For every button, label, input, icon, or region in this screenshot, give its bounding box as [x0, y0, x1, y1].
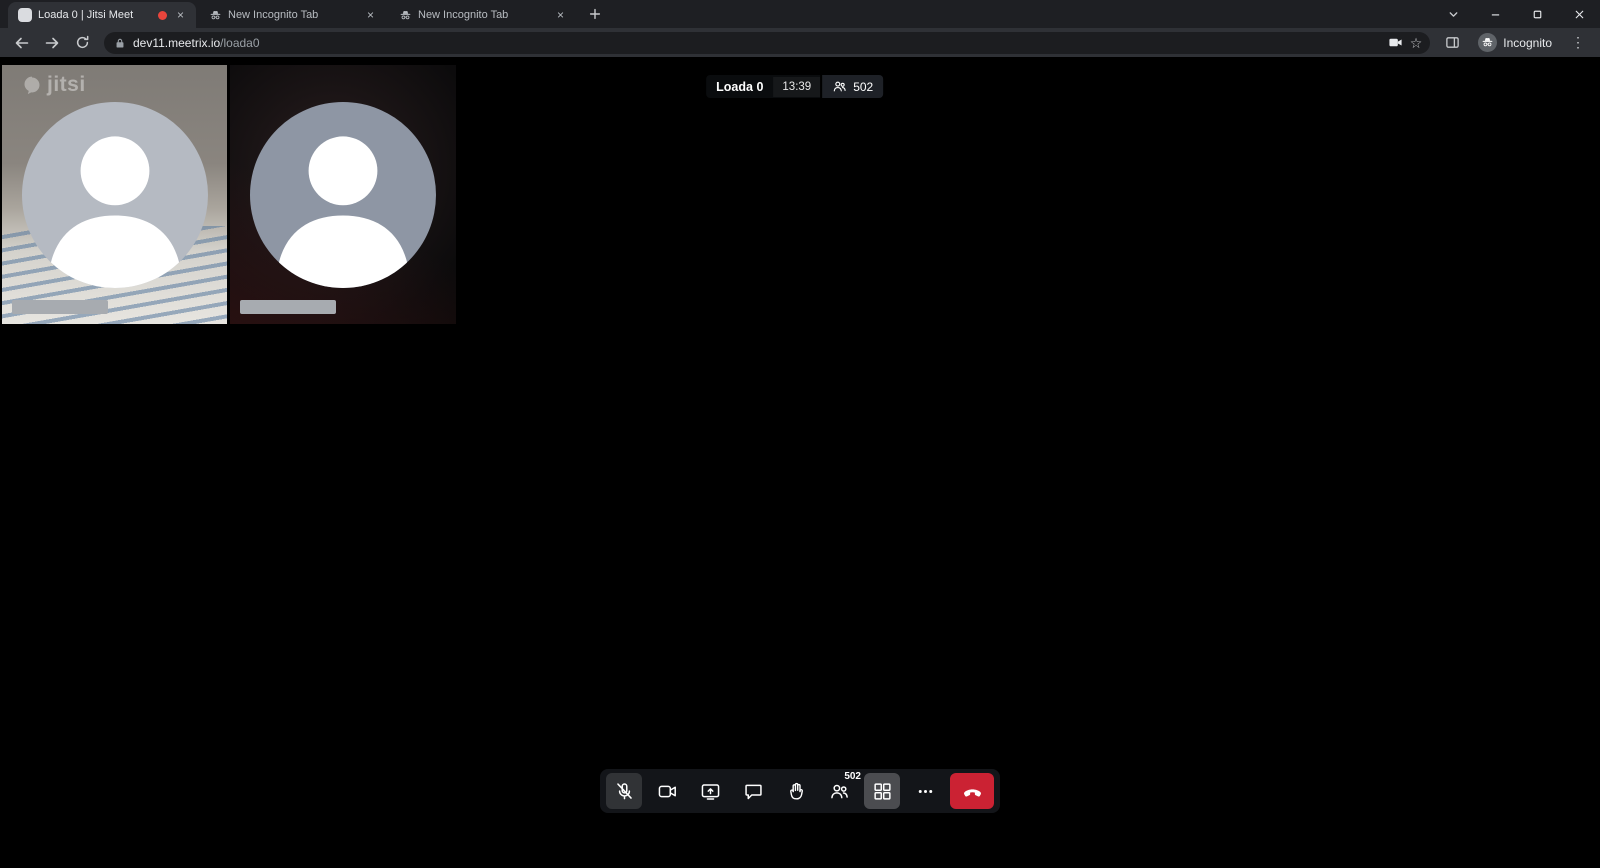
tile-view-button[interactable] [864, 773, 900, 809]
bookmark-star-icon[interactable]: ☆ [1410, 36, 1423, 50]
participants-button[interactable]: 502 [821, 773, 857, 809]
chat-icon [743, 781, 764, 802]
jitsi-watermark: jitsi [22, 73, 86, 97]
tile-view-icon [872, 781, 893, 802]
participant-tile[interactable] [230, 65, 455, 324]
screen-share-button[interactable] [692, 773, 728, 809]
window-minimize-button[interactable] [1474, 0, 1516, 28]
url-text: dev11.meetrix.io/loada0 [133, 36, 260, 50]
browser-navbar: dev11.meetrix.io/loada0 ☆ Incognito ⋮ [0, 28, 1600, 57]
participant-name-label [12, 300, 108, 314]
lock-icon [114, 37, 126, 49]
participants-icon [832, 79, 847, 94]
url-domain: dev11.meetrix.io [133, 36, 220, 50]
camera-in-use-icon[interactable] [1388, 35, 1403, 50]
meeting-subject: Loada 0 [706, 76, 773, 98]
window-controls [1432, 0, 1600, 28]
meeting-toolbar: 502 [600, 769, 1000, 813]
watermark-text: jitsi [47, 73, 86, 97]
participant-name-label [240, 300, 336, 314]
meeting-header: Loada 0 13:39 502 [706, 75, 883, 98]
browser-menu-button[interactable]: ⋮ [1566, 31, 1590, 55]
tab-media-indicator-icon [158, 11, 167, 20]
camera-icon [657, 781, 678, 802]
tile-grid: Fellow Jitster Fellow Jitster Fellow Jit… [2, 65, 1598, 849]
raise-hand-button[interactable] [778, 773, 814, 809]
screen-share-icon [700, 781, 721, 802]
tab-title: New Incognito Tab [418, 9, 547, 21]
incognito-favicon-icon [208, 8, 222, 22]
participant-count: 502 [853, 80, 873, 94]
meeting-stage: Fellow Jitster Fellow Jitster Fellow Jit… [0, 57, 1600, 868]
participant-tile[interactable] [2, 65, 227, 324]
tab-close-icon[interactable]: × [363, 8, 378, 23]
jitsi-logo-icon [22, 75, 42, 95]
reload-button[interactable] [70, 31, 94, 55]
meeting-subject-pill: Loada 0 13:39 [706, 75, 820, 98]
participant-avatar [22, 102, 208, 288]
incognito-badge: Incognito [1470, 31, 1560, 54]
tab-search-chevron-icon[interactable] [1432, 0, 1474, 28]
microphone-muted-button[interactable] [606, 773, 642, 809]
participants-count-badge: 502 [844, 771, 861, 782]
tab-close-icon[interactable]: × [173, 8, 188, 23]
browser-tab-incognito-2[interactable]: New Incognito Tab × [388, 2, 576, 28]
participant-avatar [250, 102, 436, 288]
meeting-timer: 13:39 [773, 77, 820, 97]
new-tab-button[interactable] [582, 1, 608, 27]
url-path: /loada0 [220, 36, 259, 50]
raise-hand-icon [786, 781, 807, 802]
window-maximize-button[interactable] [1516, 0, 1558, 28]
incognito-label: Incognito [1503, 36, 1552, 50]
tab-title: Loada 0 | Jitsi Meet [38, 9, 152, 21]
more-actions-button[interactable] [907, 773, 943, 809]
tab-close-icon[interactable]: × [553, 8, 568, 23]
incognito-icon [1478, 33, 1497, 52]
tab-strip: Loada 0 | Jitsi Meet × New Incognito Tab… [0, 0, 1600, 28]
person-silhouette-icon [22, 102, 208, 288]
tab-title: New Incognito Tab [228, 9, 357, 21]
browser-tab-jitsi[interactable]: Loada 0 | Jitsi Meet × [8, 2, 196, 28]
participant-count-pill[interactable]: 502 [822, 75, 883, 98]
camera-button[interactable] [649, 773, 685, 809]
address-bar[interactable]: dev11.meetrix.io/loada0 ☆ [104, 32, 1430, 54]
jitsi-favicon-icon [18, 8, 32, 22]
participants-icon [829, 781, 850, 802]
side-panel-icon[interactable] [1440, 31, 1464, 55]
forward-button[interactable] [40, 31, 64, 55]
more-dots-icon [915, 781, 936, 802]
incognito-favicon-icon [398, 8, 412, 22]
chat-button[interactable] [735, 773, 771, 809]
hangup-button[interactable] [950, 773, 994, 809]
window-close-button[interactable] [1558, 0, 1600, 28]
back-button[interactable] [10, 31, 34, 55]
browser-tab-incognito-1[interactable]: New Incognito Tab × [198, 2, 386, 28]
hangup-phone-icon [962, 781, 983, 802]
mic-slash-icon [614, 781, 635, 802]
person-silhouette-icon [250, 102, 436, 288]
browser-window: Loada 0 | Jitsi Meet × New Incognito Tab… [0, 0, 1600, 868]
